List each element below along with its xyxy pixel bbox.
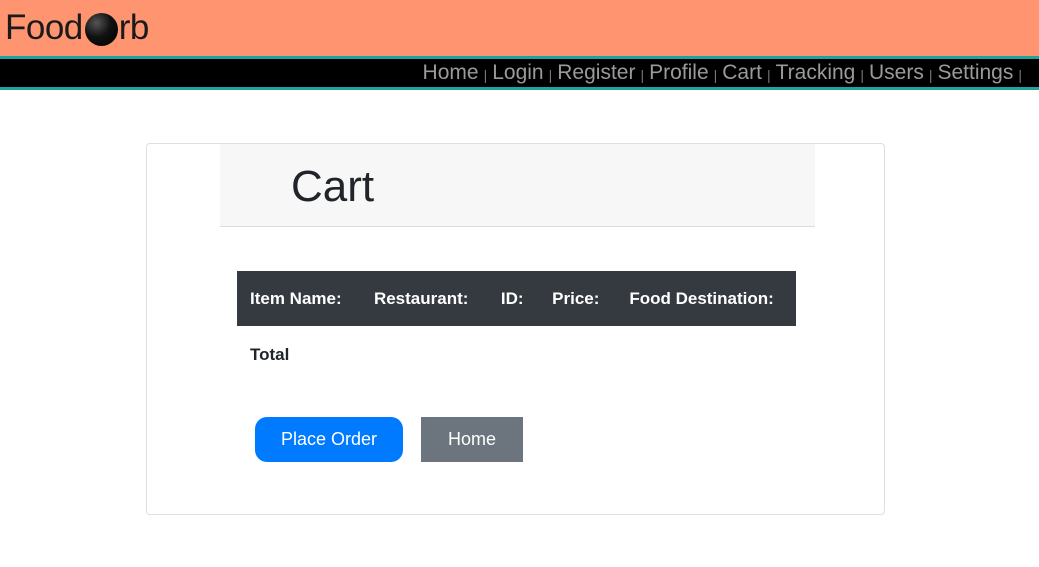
nav-register[interactable]: Register [557,59,635,87]
nav-separator: | [640,67,645,83]
column-food-destination: Food Destination: [616,271,796,326]
nav-separator: | [766,67,771,83]
page-title: Cart [291,162,375,211]
nav-login[interactable]: Login [492,59,543,87]
column-restaurant: Restaurant: [360,271,488,326]
logo-text-end: rb [118,8,150,47]
total-row: Total [237,326,796,383]
orb-logo-icon [84,12,118,46]
place-order-button[interactable]: Place Order [255,417,403,462]
nav-settings[interactable]: Settings [937,59,1013,87]
cart-table: Item Name: Restaurant: ID: Price: Food D… [237,271,796,383]
nav-tracking[interactable]: Tracking [776,59,856,87]
site-logo[interactable]: Food rb [5,6,149,50]
nav-separator: | [483,67,488,83]
table-header-row: Item Name: Restaurant: ID: Price: Food D… [237,271,796,326]
home-button[interactable]: Home [421,417,523,462]
total-label: Total [250,344,290,364]
nav-separator: | [928,67,933,83]
main-nav: Home | Login | Register | Profile | Cart… [0,56,1039,90]
column-id: ID: [487,271,540,326]
cart-card-header: Cart [220,144,815,227]
nav-home[interactable]: Home [423,59,479,87]
column-item-name: Item Name: [237,271,361,326]
nav-separator: | [713,67,718,83]
column-price: Price: [539,271,617,326]
nav-profile[interactable]: Profile [649,59,709,87]
nav-cart[interactable]: Cart [722,59,762,87]
cart-card: Cart Item Name: Restaurant: ID: Price: F… [146,143,885,515]
site-header: Food rb [0,0,1039,56]
nav-separator: | [860,67,864,83]
logo-text-start: Food [5,8,83,47]
nav-users[interactable]: Users [869,59,924,87]
nav-separator: | [1018,67,1022,83]
nav-separator: | [548,67,553,83]
